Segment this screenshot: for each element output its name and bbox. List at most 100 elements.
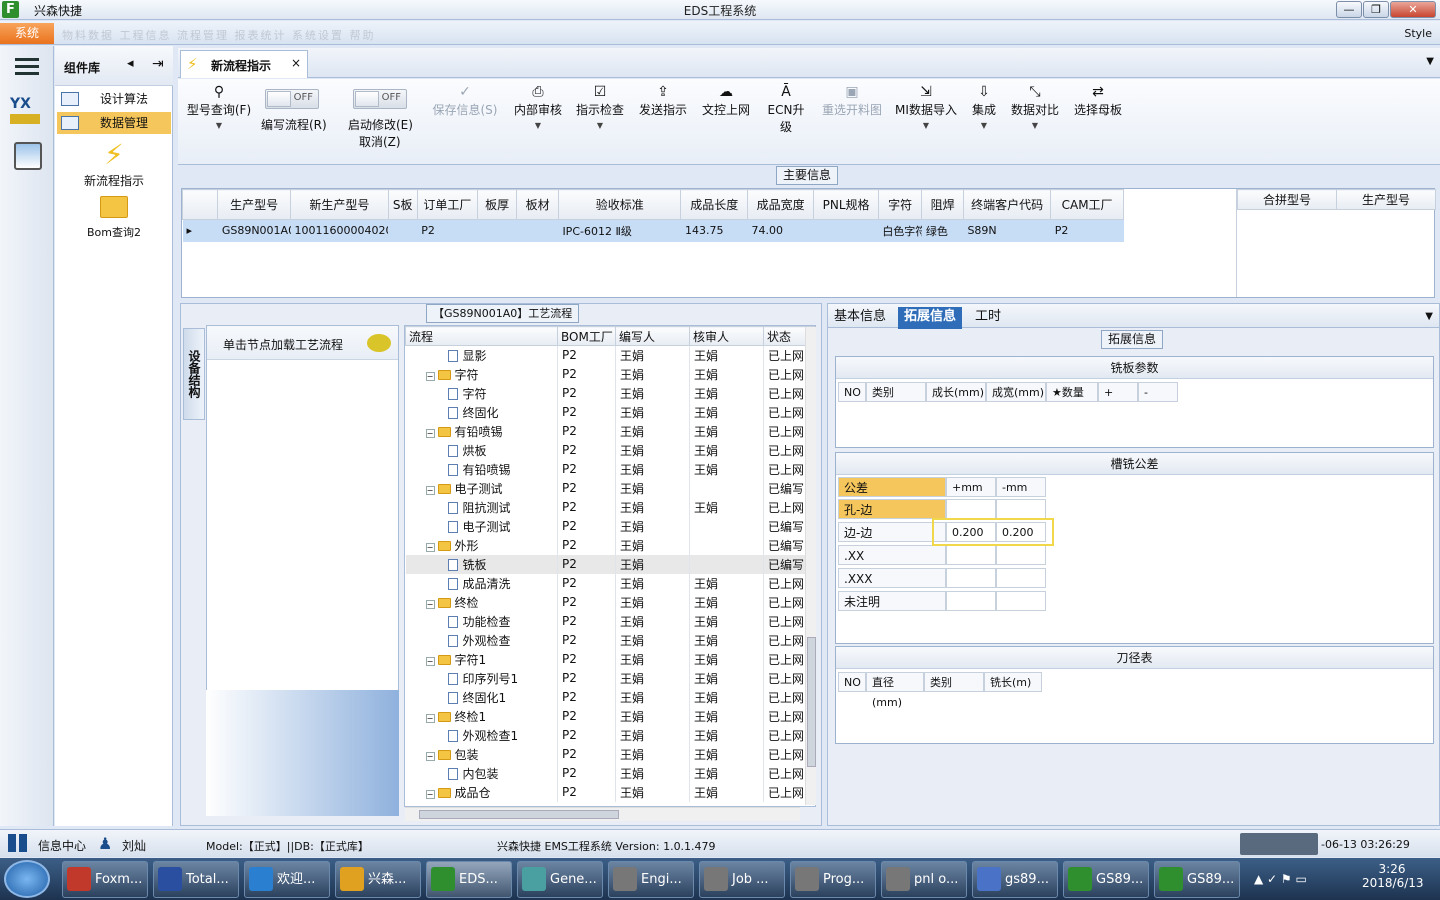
table-row[interactable]: − 终检 P2 王娟 王娟 已上网 (405, 592, 815, 612)
close-button[interactable]: ✕ (1390, 1, 1436, 18)
tree-node[interactable]: − 字符1 (405, 649, 558, 669)
collapse-icon[interactable]: − (425, 751, 435, 761)
collapse-icon[interactable]: − (425, 542, 435, 552)
tree-node[interactable]: − 外形 (405, 535, 558, 555)
taskbar-item[interactable]: Total... (153, 861, 239, 898)
tab-close-icon[interactable]: × (291, 56, 301, 70)
process-vertical-scrollbar[interactable] (805, 327, 816, 805)
table-row[interactable]: − 包装 P2 王娟 王娟 已上网 (405, 744, 815, 764)
ecn-upgrade-button[interactable]: Ā ECN升级 (762, 79, 810, 149)
table-row[interactable]: 阻抗测试 P2 王娟 王娟 已上网 (405, 497, 815, 517)
tree-node[interactable]: − 包装 (405, 744, 558, 764)
tree-node[interactable]: − 电子测试 (405, 478, 558, 498)
tree-node[interactable]: 终固化 (405, 402, 558, 422)
collapse-icon[interactable]: − (425, 599, 435, 609)
taskbar-item[interactable]: 兴森... (335, 861, 421, 898)
tree-node[interactable]: − 终检 (405, 592, 558, 612)
grid-icon[interactable] (8, 834, 28, 852)
model-query-button[interactable]: ⚲ 型号查询(F) ▼ (183, 79, 255, 149)
tolerance-input[interactable] (946, 545, 996, 565)
integrate-button[interactable]: ⇩ 集成 ▼ (966, 79, 1002, 149)
table-row[interactable]: − 字符1 P2 王娟 王娟 已上网 (405, 649, 815, 669)
tolerance-input[interactable] (946, 499, 996, 519)
tolerance-input[interactable] (996, 591, 1046, 611)
scroll-thumb[interactable] (419, 810, 619, 819)
table-row[interactable]: − 外形 P2 王娟 已编写 (405, 535, 815, 555)
table-row[interactable]: 印序列号1 P2 王娟 王娟 已上网 (405, 668, 815, 688)
data-compare-button[interactable]: ⤡ 数据对比 ▼ (1008, 79, 1062, 149)
minimize-button[interactable]: — (1336, 1, 1362, 18)
hamburger-icon[interactable] (15, 58, 39, 61)
mi-import-button[interactable]: ⇲ MI数据导入 ▼ (893, 79, 959, 149)
taskbar-item[interactable]: Engi... (608, 861, 694, 898)
tree-node[interactable]: 终固化1 (405, 687, 558, 707)
calculator-icon[interactable] (14, 142, 42, 170)
taskbar-item[interactable]: Job ... (699, 861, 785, 898)
tab-work-hours[interactable]: 工时 (969, 307, 1007, 329)
tree-node[interactable]: 电子测试 (405, 516, 558, 536)
sidebar-item-algorithm[interactable]: 设计算法 (57, 88, 171, 110)
tree-node[interactable]: 功能检查 (405, 611, 558, 631)
table-row[interactable]: − 成品仓 P2 王娟 王娟 已上网 (405, 782, 815, 802)
pin-icon[interactable]: ⇥ (152, 56, 164, 72)
table-row[interactable]: − 电子测试 P2 王娟 已编写 (405, 478, 815, 498)
cancel-label[interactable]: 取消(Z) (359, 133, 401, 150)
send-instruction-button[interactable]: ⇪ 发送指示 (636, 79, 690, 149)
taskbar-item[interactable]: Foxm... (62, 861, 148, 898)
tolerance-input[interactable] (946, 568, 996, 588)
tree-node[interactable]: − 成品仓 (405, 782, 558, 802)
process-horizontal-scrollbar[interactable] (405, 807, 800, 821)
status-tray-icons[interactable] (1240, 833, 1318, 855)
doc-upload-button[interactable]: ☁ 文控上网 (699, 79, 753, 149)
collapse-left-icon[interactable]: ◂ (127, 56, 134, 71)
collapse-icon[interactable]: − (425, 656, 435, 666)
tree-node[interactable]: 显影 (405, 345, 558, 365)
reselect-cutting-button[interactable]: ▣ 重选开料图 (819, 79, 885, 149)
taskbar-item[interactable]: GS89... (1154, 861, 1240, 898)
detail-dropdown-icon[interactable]: ▼ (1425, 311, 1433, 322)
tree-node[interactable]: 成品清洗 (405, 573, 558, 593)
equipment-structure-tab[interactable]: 设备结构 (183, 328, 205, 420)
scroll-thumb[interactable] (807, 637, 816, 767)
taskbar-item[interactable]: EDS... (426, 861, 512, 898)
table-row[interactable]: − 字符 P2 王娟 王娟 已上网 (405, 364, 815, 384)
tolerance-input[interactable] (946, 591, 996, 611)
maximize-button[interactable]: ❐ (1363, 1, 1389, 18)
bom-query-tool[interactable]: Bom查询2 (55, 196, 173, 240)
table-row[interactable]: 显影 P2 王娟 王娟 已上网 (405, 345, 815, 365)
tray-icons[interactable]: ▲ ✓ ⚑ ▭ (1254, 872, 1307, 886)
tree-node[interactable]: 内包装 (405, 763, 558, 783)
start-modify-toggle[interactable]: OFF (353, 89, 407, 109)
tolerance-input[interactable] (996, 499, 1046, 519)
tab-extended-info[interactable]: 拓展信息 (898, 307, 963, 329)
taskbar-item[interactable]: Gene... (517, 861, 603, 898)
select-mother-board-button[interactable]: ⇄ 选择母板 (1071, 79, 1125, 149)
system-menu-button[interactable]: 系统 (0, 23, 54, 44)
new-process-tool[interactable]: ⚡ 新流程指示 (55, 138, 173, 189)
taskbar-item[interactable]: Prog... (790, 861, 876, 898)
table-row[interactable]: 电子测试 P2 王娟 已编写 (405, 516, 815, 536)
tree-node[interactable]: 外观检查1 (405, 725, 558, 745)
collapse-icon[interactable]: − (425, 371, 435, 381)
clock[interactable]: 3:26 2018/6/13 (1362, 862, 1424, 890)
table-row[interactable]: 成品清洗 P2 王娟 王娟 已上网 (405, 573, 815, 593)
collapse-icon[interactable]: − (425, 789, 435, 799)
taskbar-item[interactable]: 欢迎... (244, 861, 330, 898)
tree-node[interactable]: − 字符 (405, 364, 558, 384)
instruction-check-button[interactable]: ☑ 指示检查 ▼ (573, 79, 627, 149)
tab-dropdown-icon[interactable]: ▼ (1426, 56, 1434, 67)
tree-node[interactable]: 字符 (405, 383, 558, 403)
tolerance-input[interactable] (996, 568, 1046, 588)
tree-node[interactable]: − 有铅喷锡 (405, 421, 558, 441)
table-row[interactable]: 功能检查 P2 王娟 王娟 已上网 (405, 611, 815, 631)
table-row[interactable]: 烘板 P2 王娟 王娟 已上网 (405, 440, 815, 460)
style-menu[interactable]: Style (1404, 27, 1432, 40)
table-row[interactable]: ▸ GS89N001A0 10011600004020 P2 IPC-6012 Ⅱ级 14… (182, 219, 1124, 242)
table-row[interactable]: 终固化1 P2 王娟 王娟 已上网 (405, 687, 815, 707)
tree-node[interactable]: 印序列号1 (405, 668, 558, 688)
info-center-link[interactable]: 信息中心 (38, 837, 86, 854)
tree-node[interactable]: 阻抗测试 (405, 497, 558, 517)
collapse-icon[interactable]: − (425, 713, 435, 723)
table-row[interactable]: − 终检1 P2 王娟 王娟 已上网 (405, 706, 815, 726)
table-row[interactable]: 内包装 P2 王娟 王娟 已上网 (405, 763, 815, 783)
